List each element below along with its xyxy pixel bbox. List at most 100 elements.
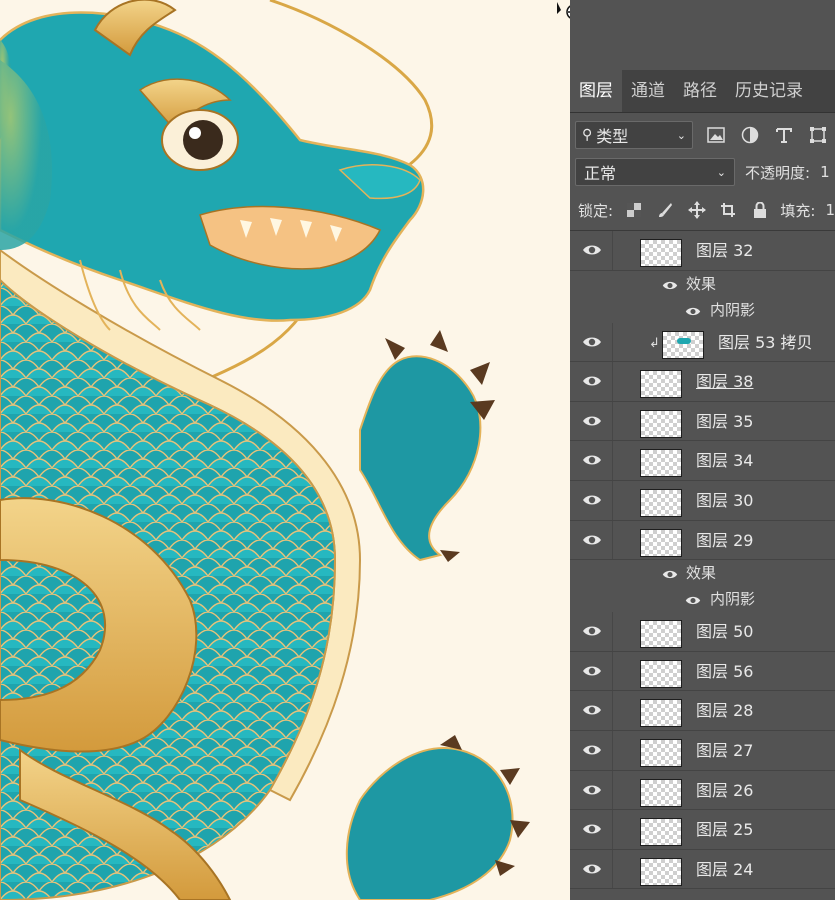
lock-image-pixels-brush-icon[interactable]: [655, 199, 676, 221]
layer-name[interactable]: 图层 53 拷贝: [718, 323, 813, 362]
visibility-eye-icon[interactable]: [582, 861, 602, 877]
layer-name[interactable]: 图层 50: [696, 612, 753, 651]
adjustment-filter-icon[interactable]: [739, 124, 761, 146]
layer-name[interactable]: 图层 56: [696, 652, 753, 691]
search-icon: ⚲: [582, 127, 593, 143]
blend-mode-dropdown[interactable]: 正常 ⌄: [575, 158, 735, 186]
layer-thumbnail[interactable]: [640, 239, 682, 267]
visibility-eye-icon[interactable]: [582, 532, 602, 548]
layer-row[interactable]: 图层 50: [570, 612, 835, 652]
visibility-eye-icon[interactable]: [582, 663, 602, 679]
layer-row[interactable]: 图层 34: [570, 441, 835, 481]
shape-filter-icon[interactable]: [807, 124, 829, 146]
effects-row[interactable]: 效果: [570, 560, 835, 586]
layer-thumbnail[interactable]: [640, 449, 682, 478]
layer-name[interactable]: 图层 35: [696, 402, 753, 441]
visibility-eye-icon[interactable]: [582, 452, 602, 468]
column-divider: [612, 520, 613, 560]
layer-thumbnail[interactable]: [640, 659, 682, 688]
effect-row[interactable]: 内阴影: [570, 297, 835, 323]
lock-artboard-icon[interactable]: [717, 199, 738, 221]
layers-list: 图层 32 效果 内阴影 ↲ 图层 53 拷贝 图层 38 图层 35 图层 34 图层 30 图…: [570, 231, 835, 890]
visibility-eye-icon[interactable]: [582, 702, 602, 718]
visibility-eye-icon[interactable]: [582, 492, 602, 508]
layer-row[interactable]: 图层 28: [570, 691, 835, 731]
opacity-value[interactable]: 1: [820, 163, 830, 181]
layer-row[interactable]: 图层 29: [570, 520, 835, 561]
layer-name[interactable]: 图层 32: [696, 231, 753, 270]
layer-thumbnail[interactable]: [640, 409, 682, 438]
column-divider: [612, 441, 613, 480]
layer-name[interactable]: 图层 30: [696, 481, 753, 520]
fill-value[interactable]: 1: [825, 201, 835, 219]
layer-name[interactable]: 图层 38: [696, 362, 753, 401]
visibility-eye-icon[interactable]: [582, 623, 602, 639]
layer-row[interactable]: 图层 27: [570, 730, 835, 771]
lock-label: 锁定:: [578, 201, 614, 220]
layer-thumbnail[interactable]: [640, 857, 682, 886]
column-divider: [612, 401, 613, 441]
layer-thumbnail[interactable]: [640, 370, 682, 399]
filter-kind-dropdown[interactable]: ⚲ 类型 ⌄: [575, 121, 693, 149]
layer-row[interactable]: 图层 38: [570, 362, 835, 402]
visibility-eye-icon[interactable]: [582, 334, 602, 350]
visibility-eye-icon[interactable]: [582, 413, 602, 429]
effect-visibility-eye-icon[interactable]: [685, 592, 701, 605]
tab-layers[interactable]: 图层: [570, 70, 622, 112]
layer-row[interactable]: 图层 35: [570, 401, 835, 442]
column-divider: [612, 231, 613, 270]
layer-thumbnail[interactable]: [640, 778, 682, 807]
lock-transparent-pixels-icon[interactable]: [623, 199, 644, 221]
column-divider: [612, 730, 613, 770]
layer-thumbnail[interactable]: [640, 528, 682, 557]
layer-name[interactable]: 图层 24: [696, 850, 753, 889]
column-divider: [612, 810, 613, 849]
effect-row[interactable]: 内阴影: [570, 586, 835, 612]
lock-position-move-icon[interactable]: [686, 199, 707, 221]
tab-channels[interactable]: 通道: [622, 70, 674, 112]
column-divider: [612, 770, 613, 810]
layer-thumbnail[interactable]: [662, 330, 704, 359]
layer-thumbnail[interactable]: [640, 620, 682, 649]
layer-name[interactable]: 图层 27: [696, 731, 753, 770]
type-filter-icon[interactable]: [773, 124, 795, 146]
visibility-eye-icon[interactable]: [582, 821, 602, 837]
effect-visibility-eye-icon[interactable]: [662, 566, 678, 579]
tab-history[interactable]: 历史记录: [726, 70, 812, 112]
layer-name[interactable]: 图层 34: [696, 441, 753, 480]
visibility-eye-icon[interactable]: [582, 242, 602, 258]
dragon-illustration: [0, 0, 530, 900]
layer-thumbnail[interactable]: [640, 488, 682, 517]
layer-row[interactable]: 图层 24: [570, 849, 835, 890]
layer-thumbnail[interactable]: [640, 738, 682, 767]
chevron-down-icon: ⌄: [716, 165, 726, 179]
layer-name[interactable]: 图层 25: [696, 810, 753, 849]
effect-visibility-eye-icon[interactable]: [685, 303, 701, 316]
layer-row[interactable]: 图层 56: [570, 651, 835, 692]
visibility-eye-icon[interactable]: [582, 373, 602, 389]
effect-visibility-eye-icon[interactable]: [662, 277, 678, 290]
layer-row[interactable]: 图层 26: [570, 770, 835, 811]
layer-row[interactable]: ↲ 图层 53 拷贝: [570, 322, 835, 363]
visibility-eye-icon[interactable]: [582, 742, 602, 758]
pixel-filter-icon[interactable]: [705, 124, 727, 146]
lock-all-icon[interactable]: [749, 199, 770, 221]
column-divider: [612, 691, 613, 730]
column-divider: [612, 849, 613, 889]
layer-thumbnail[interactable]: [640, 699, 682, 728]
tab-paths[interactable]: 路径: [674, 70, 726, 112]
layer-row[interactable]: 图层 30: [570, 480, 835, 521]
document-canvas[interactable]: [0, 0, 570, 900]
visibility-eye-icon[interactable]: [582, 782, 602, 798]
layer-thumbnail[interactable]: [640, 818, 682, 847]
layer-name[interactable]: 图层 26: [696, 771, 753, 810]
layer-name[interactable]: 图层 29: [696, 521, 753, 560]
effects-row[interactable]: 效果: [570, 271, 835, 297]
column-divider: [612, 322, 613, 362]
layer-name[interactable]: 图层 28: [696, 691, 753, 730]
clipping-mask-arrow-icon: ↲: [649, 335, 660, 351]
layer-row[interactable]: 图层 32: [570, 231, 835, 271]
layer-row[interactable]: 图层 25: [570, 810, 835, 850]
column-divider: [612, 362, 613, 401]
thumbnail-content-mark: [677, 337, 691, 344]
